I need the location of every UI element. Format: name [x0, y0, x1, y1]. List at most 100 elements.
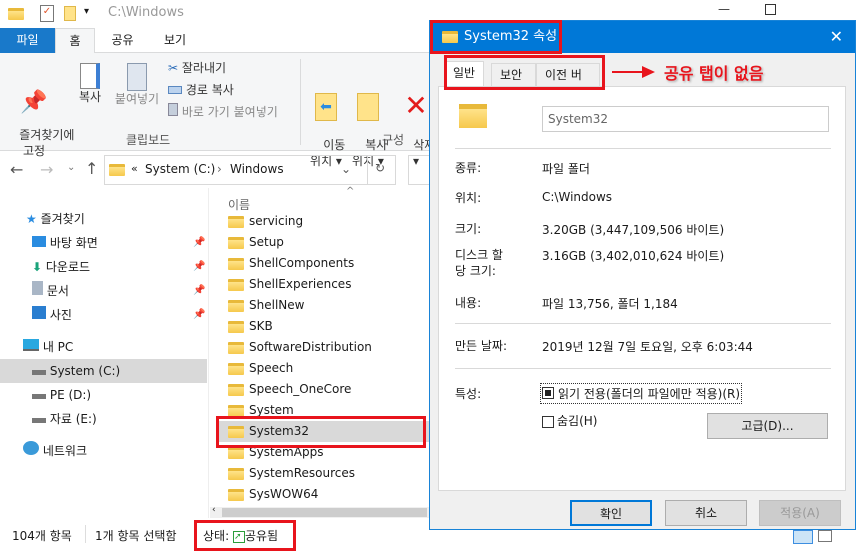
breadcrumb-separator[interactable]: ›: [217, 162, 222, 176]
breadcrumb-folder[interactable]: Windows: [230, 162, 284, 176]
overflow-chevron[interactable]: «: [131, 162, 138, 175]
cut-button[interactable]: ✂ 잘라내기: [168, 59, 226, 76]
property-value: 2019년 12월 7일 토요일, 오후 6:03:44: [542, 340, 753, 354]
file-list-item[interactable]: Setup: [218, 232, 430, 253]
breadcrumb-drive[interactable]: System (C:): [145, 162, 215, 176]
copy-label: 복사: [78, 90, 102, 104]
nav-network[interactable]: 네트워크: [0, 439, 207, 463]
refresh-button[interactable]: ↻: [375, 161, 385, 175]
quick-access-dropdown-icon[interactable]: ▾: [84, 6, 89, 17]
tab-share[interactable]: 공유: [100, 28, 145, 53]
nav-item-documents[interactable]: 문서 📌: [0, 279, 207, 303]
checkbox-icon: [542, 415, 554, 428]
file-name: ShellExperiences: [249, 277, 352, 291]
scissors-icon: ✂: [168, 61, 179, 75]
paste-label: 붙여넣기: [114, 92, 160, 106]
file-list-item[interactable]: ShellComponents: [218, 253, 430, 274]
move-to-icon: ⬅: [315, 93, 337, 121]
maximize-button[interactable]: [765, 4, 776, 15]
drive-icon: [32, 370, 46, 375]
file-name: Speech: [249, 361, 294, 375]
properties-dialog: System32 속성 ✕ 일반 보안 이전 버전 System32 종류:파일…: [429, 20, 856, 530]
paste-shortcut-label: 바로 가기 붙여넣기: [181, 105, 278, 119]
file-list-item[interactable]: SoftwareDistribution: [218, 337, 430, 358]
recent-locations-icon[interactable]: ⌄: [67, 162, 75, 173]
nav-label: 자료 (E:): [49, 412, 97, 426]
annotation-text: 공유 탭이 없음: [664, 64, 764, 83]
pin-icon: 📌: [20, 90, 48, 115]
folder-icon: [8, 8, 24, 20]
properties-icon[interactable]: ✓: [40, 5, 54, 22]
shortcut-icon: [168, 103, 178, 116]
paste-shortcut-button[interactable]: 바로 가기 붙여넣기: [168, 103, 278, 120]
folder-icon: [228, 488, 244, 501]
annotation-box-status: [194, 520, 296, 551]
large-icons-view-button[interactable]: [818, 530, 832, 542]
folder-name-input[interactable]: System32: [542, 106, 829, 132]
new-folder-icon[interactable]: [64, 6, 76, 21]
paste-icon: [127, 63, 147, 91]
details-view-button[interactable]: [793, 530, 813, 544]
nav-drive-c[interactable]: System (C:): [0, 359, 207, 383]
group-divider: [300, 59, 301, 145]
attributes-label: 특성:: [455, 387, 482, 401]
clipboard-group-label: 클립보드: [126, 133, 171, 147]
nav-drive-d[interactable]: PE (D:): [0, 383, 207, 407]
address-bar[interactable]: « System (C:) › Windows ⌄ ↻: [104, 155, 396, 185]
nav-item-downloads[interactable]: ⬇ 다운로드 📌: [0, 255, 207, 279]
file-list-item[interactable]: SystemResources: [218, 463, 430, 484]
nav-item-desktop[interactable]: 바탕 화면 📌: [0, 231, 207, 255]
readonly-checkbox[interactable]: 읽기 전용(폴더의 파일에만 적용)(R): [539, 383, 743, 404]
close-button[interactable]: ✕: [830, 21, 843, 53]
tab-file[interactable]: 파일: [0, 28, 55, 53]
file-list-item[interactable]: Speech_OneCore: [218, 379, 430, 400]
pin-to-quick-access-button[interactable]: 📌 즐겨찾기에 고정: [4, 63, 74, 175]
file-list-item[interactable]: ShellNew: [218, 295, 430, 316]
folder-icon: [228, 341, 244, 354]
folder-icon: [228, 278, 244, 291]
file-list-item[interactable]: SysWOW64: [218, 484, 430, 505]
nav-item-pictures[interactable]: 사진 📌: [0, 303, 207, 327]
hidden-checkbox[interactable]: 숨김(H): [542, 412, 597, 429]
nav-quick-access[interactable]: ★ 즐겨찾기: [0, 207, 207, 231]
back-button[interactable]: ←: [10, 160, 23, 179]
cancel-button[interactable]: 취소: [665, 500, 747, 526]
copy-button[interactable]: 복사: [72, 63, 108, 105]
file-name: SKB: [249, 319, 273, 333]
minimize-button[interactable]: —: [718, 2, 730, 16]
scroll-left-icon[interactable]: ‹: [212, 505, 216, 515]
divider: [455, 148, 831, 149]
nav-label: 내 PC: [42, 340, 74, 354]
address-dropdown-icon[interactable]: ⌄: [341, 162, 351, 176]
property-label: 내용:: [455, 296, 482, 310]
divider: [455, 368, 831, 369]
ok-button[interactable]: 확인: [570, 500, 652, 526]
advanced-button[interactable]: 고급(D)...: [707, 413, 828, 439]
organize-group-label: 구성: [382, 133, 405, 147]
horizontal-scrollbar[interactable]: ‹: [210, 505, 430, 518]
folder-icon: [228, 362, 244, 375]
apply-button[interactable]: 적용(A): [759, 500, 841, 526]
selected-count: 1개 항목 선택함: [95, 529, 177, 543]
file-list-item[interactable]: Speech: [218, 358, 430, 379]
tab-home[interactable]: 홈: [55, 28, 95, 54]
file-name: System: [249, 403, 294, 417]
divider: [85, 525, 86, 543]
pin-icon: 📌: [193, 261, 206, 272]
nav-drive-e[interactable]: 자료 (E:): [0, 407, 207, 431]
up-button[interactable]: ↑: [85, 159, 98, 178]
scrollbar-thumb[interactable]: [222, 508, 427, 517]
paste-button[interactable]: 붙여넣기: [112, 63, 162, 107]
forward-button[interactable]: →: [40, 160, 53, 179]
copy-path-button[interactable]: 경로 복사: [168, 81, 234, 98]
search-box[interactable]: [408, 155, 430, 185]
annotation-box-tabs: [444, 55, 605, 90]
file-list-item[interactable]: SKB: [218, 316, 430, 337]
tab-view[interactable]: 보기: [150, 28, 200, 53]
nav-label: PE (D:): [49, 388, 92, 402]
drive-icon: [32, 394, 46, 399]
network-icon: [23, 441, 39, 455]
nav-this-pc[interactable]: 내 PC: [0, 335, 207, 359]
file-list-item[interactable]: servicing: [218, 211, 430, 232]
file-list-item[interactable]: ShellExperiences: [218, 274, 430, 295]
